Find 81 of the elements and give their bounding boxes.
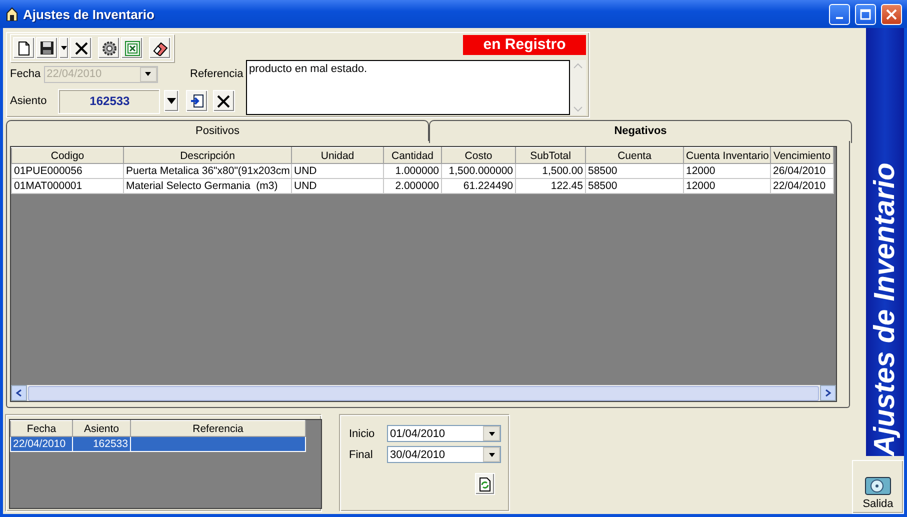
tab[interactable]: Positivos	[6, 120, 429, 141]
column-header[interactable]: Cuenta	[586, 148, 684, 164]
reference-field[interactable]: producto en mal estado.	[246, 60, 570, 115]
maximize-button[interactable]	[855, 4, 876, 24]
table-cell: 1.000000	[384, 164, 442, 178]
table-cell: 01PUE000056	[12, 164, 124, 178]
scrollbar[interactable]	[570, 60, 586, 115]
column-header[interactable]: Cantidad	[384, 148, 442, 164]
table-cell: 58500	[586, 164, 684, 178]
import-icon	[190, 94, 204, 108]
table-cell: 58500	[586, 178, 684, 194]
close-button[interactable]	[881, 4, 902, 24]
dropdown-button[interactable]	[59, 37, 69, 59]
table-cell: 2.000000	[384, 178, 442, 194]
gear-button[interactable]	[98, 37, 120, 59]
clear-button[interactable]	[149, 37, 171, 59]
import-button[interactable]	[186, 90, 208, 112]
column-header[interactable]: Cuenta Inventario	[684, 148, 770, 164]
table-cell: 1,500.000000	[442, 164, 516, 178]
export-button[interactable]	[121, 37, 143, 59]
column-header[interactable]: SubTotal	[516, 148, 586, 164]
tab[interactable]: Negativos	[429, 120, 852, 143]
eraser-icon	[152, 40, 168, 56]
field-label: Asiento	[10, 95, 47, 107]
status-badge: en Registro	[463, 35, 586, 55]
table-cell: 122.45	[516, 178, 586, 194]
table-cell: 1,500.00	[516, 164, 586, 178]
new-button[interactable]	[13, 37, 35, 59]
caret-icon	[145, 72, 152, 76]
caret-icon	[166, 98, 176, 104]
refresh-icon	[479, 476, 491, 492]
table-cell: UND	[292, 164, 384, 178]
field-label: Fecha	[10, 68, 41, 80]
column-header[interactable]: Descripción	[124, 148, 292, 164]
column-header[interactable]: Costo	[442, 148, 516, 164]
side-banner: Ajustes de Inventario	[866, 28, 904, 456]
save-icon	[40, 41, 54, 55]
delete-button[interactable]	[70, 37, 92, 59]
table-cell: Material Selecto Germania (m3)	[124, 178, 292, 194]
cancel-button[interactable]	[212, 90, 235, 112]
caret-icon	[488, 432, 494, 436]
entry-number-field[interactable]: 162533	[58, 88, 160, 114]
column-header[interactable]: Fecha	[10, 420, 72, 436]
field-label: Inicio	[349, 428, 375, 440]
horizontal-scrollbar[interactable]	[11, 385, 836, 401]
spreadsheet-icon	[124, 40, 140, 56]
column-header[interactable]: Unidad	[292, 148, 384, 164]
field-label: Final	[349, 448, 373, 460]
gear-icon	[102, 40, 116, 56]
house-icon	[6, 7, 18, 21]
table-cell: 12000	[684, 178, 770, 194]
exit-button[interactable]: Salida	[852, 460, 904, 514]
table-cell: 26/04/2010	[770, 164, 834, 178]
document-icon	[18, 40, 30, 56]
column-header[interactable]: Asiento	[72, 420, 130, 436]
save-button[interactable]	[36, 37, 58, 59]
table-cell: 01MAT000001	[12, 178, 124, 194]
minimize-button[interactable]	[829, 4, 850, 24]
table-cell: 162533	[72, 436, 130, 452]
close-icon	[74, 42, 88, 54]
close-icon	[217, 94, 230, 108]
field-label: Referencia	[190, 67, 244, 82]
refresh-button[interactable]	[475, 473, 495, 495]
caret-icon	[488, 452, 494, 456]
table-cell: UND	[292, 178, 384, 194]
dropdown-button[interactable]	[164, 90, 179, 112]
column-header[interactable]: Vencimiento	[770, 148, 834, 164]
maximize-icon	[860, 8, 871, 20]
date-field[interactable]: 01/04/2010	[387, 425, 501, 442]
table-cell: 22/04/2010	[770, 178, 834, 194]
date-field[interactable]: 30/04/2010	[387, 446, 501, 463]
close-icon	[886, 8, 897, 20]
table-cell: 61.224490	[442, 178, 516, 194]
table-cell: Puerta Metalica 36"x80"(91x203cm	[124, 164, 292, 178]
minimize-icon	[836, 17, 843, 19]
table-cell: 22/04/2010	[10, 436, 72, 452]
column-header[interactable]: Codigo	[12, 148, 124, 164]
caret-icon	[61, 46, 67, 50]
window-title: Ajustes de Inventario	[23, 6, 156, 22]
column-header[interactable]: Referencia	[130, 420, 306, 436]
table-cell: 12000	[684, 164, 770, 178]
